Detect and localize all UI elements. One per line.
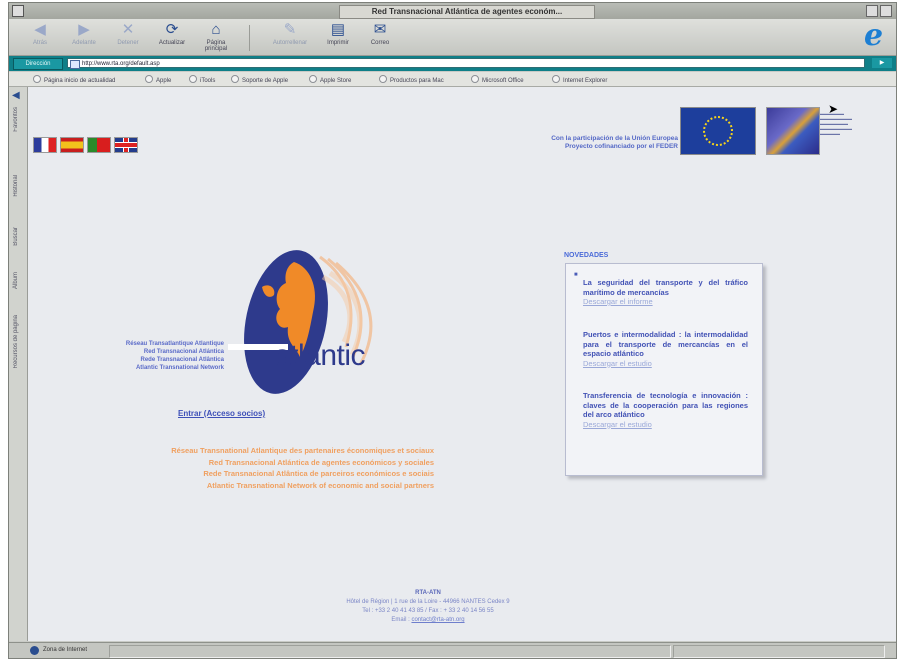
- title-bar: Red Transnacional Atlántica de agentes e…: [9, 3, 896, 19]
- link-item[interactable]: Página inicio de actualidad: [33, 75, 115, 84]
- link-item[interactable]: iTools: [189, 75, 215, 84]
- link-item[interactable]: Internet Explorer: [552, 75, 607, 84]
- address-bar: Dirección http://www.rta.org/default.asp…: [9, 56, 896, 71]
- status-bar: Zona de Internet: [9, 642, 896, 658]
- mouse-pointer-icon: ➤: [828, 102, 839, 116]
- status-text: Zona de Internet: [43, 647, 88, 653]
- internet-explorer-logo-icon: e: [864, 18, 884, 53]
- portuguese-flag-icon[interactable]: [87, 137, 111, 153]
- spanish-flag-icon[interactable]: [60, 137, 84, 153]
- toolbar-separator: [249, 25, 250, 51]
- browser-window: Red Transnacional Atlántica de agentes e…: [8, 2, 897, 659]
- page-footer: RTA-ATN Hôtel de Région | 1 rue de la Lo…: [346, 590, 510, 623]
- enter-members-link[interactable]: Entrar (Acceso socios): [178, 409, 265, 418]
- toolbar: ◀ Atrás ▶ Adelante ✕ Detener ⟳ Actualiza…: [9, 19, 896, 56]
- stop-icon: ✕: [121, 21, 135, 38]
- link-item[interactable]: Apple Store: [309, 75, 351, 84]
- tab-search[interactable]: Buscar: [13, 227, 19, 246]
- address-url: http://www.rta.org/default.asp: [82, 61, 160, 67]
- mail-button[interactable]: ✉ Correo: [359, 21, 401, 47]
- network-full-titles: Réseau Transnational Atlantique des part…: [171, 446, 434, 490]
- explorer-close-icon[interactable]: ◀: [12, 91, 22, 101]
- explorer-bar: ◀ Favoritos Historial Buscar Álbum Recur…: [9, 87, 28, 641]
- refresh-icon: ⟳: [165, 21, 179, 38]
- network-names: Réseau Transatlantique Atlantique Red Tr…: [125, 341, 224, 371]
- window-controls: [866, 5, 892, 17]
- french-flag-icon[interactable]: [33, 137, 57, 153]
- language-selector: [33, 137, 138, 153]
- eu-flag-icon: [680, 107, 756, 155]
- forward-button[interactable]: ▶ Adelante: [63, 21, 105, 47]
- back-arrow-icon: ◀: [34, 21, 46, 38]
- address-input[interactable]: http://www.rta.org/default.asp: [67, 58, 865, 69]
- feder-logo: [766, 107, 820, 155]
- tab-page-resources[interactable]: Recursos de página: [13, 315, 19, 368]
- back-button[interactable]: ◀ Atrás: [19, 21, 61, 47]
- link-item[interactable]: Microsoft Office: [471, 75, 524, 84]
- news-item: Transferencia de tecnología e innovación…: [583, 391, 748, 429]
- link-item[interactable]: Productos para Mac: [379, 75, 444, 84]
- link-item[interactable]: Soporte de Apple: [231, 75, 288, 84]
- eu-participation-text: Con la participación de la Unión Europea…: [551, 135, 678, 150]
- window-title: Red Transnacional Atlántica de agentes e…: [339, 5, 595, 19]
- tab-album[interactable]: Álbum: [13, 272, 19, 289]
- collapse-box-icon[interactable]: [880, 5, 892, 17]
- news-heading: NOVEDADES: [564, 252, 609, 259]
- status-zone-cell: [673, 645, 885, 658]
- atlantic-logo: [228, 250, 373, 394]
- download-link[interactable]: Descargar el estudio: [583, 420, 748, 430]
- uk-flag-icon[interactable]: [114, 137, 138, 153]
- bullet-icon: ■: [574, 272, 578, 278]
- printer-icon: ▤: [330, 21, 346, 38]
- atlantic-wordmark: atlantic: [274, 339, 366, 372]
- internet-zone-icon: [30, 646, 39, 655]
- close-box-icon[interactable]: [12, 5, 24, 17]
- download-link[interactable]: Descargar el informe: [583, 297, 748, 307]
- forward-arrow-icon: ▶: [78, 21, 90, 38]
- pencil-icon: ✎: [283, 21, 297, 38]
- print-button[interactable]: ▤ Imprimir: [317, 21, 359, 47]
- email-link[interactable]: contact@rta-atn.org: [411, 617, 464, 623]
- links-bar: Página inicio de actualidad Apple iTools…: [9, 72, 896, 87]
- tab-favorites[interactable]: Favoritos: [13, 107, 19, 132]
- home-button[interactable]: ⌂ Página principal: [195, 21, 237, 53]
- home-icon: ⌂: [211, 21, 221, 38]
- address-label: Dirección: [13, 58, 63, 70]
- status-progress-cell: [109, 645, 671, 658]
- zoom-box-icon[interactable]: [866, 5, 878, 17]
- web-page: Con la participación de la Unión Europea…: [28, 87, 896, 641]
- go-button[interactable]: ▶: [872, 58, 892, 68]
- download-link[interactable]: Descargar el estudio: [583, 359, 748, 369]
- mail-icon: ✉: [373, 21, 387, 38]
- refresh-button[interactable]: ⟳ Actualizar: [151, 21, 193, 47]
- autofill-button[interactable]: ✎ Autorrellenar: [269, 21, 311, 47]
- link-item[interactable]: Apple: [145, 75, 171, 84]
- stop-button[interactable]: ✕ Detener: [107, 21, 149, 47]
- news-item: Puertos e intermodalidad : la intermodal…: [583, 330, 748, 368]
- page-icon: [70, 60, 80, 69]
- news-item: La seguridad del transporte y del tráfic…: [583, 278, 748, 307]
- news-panel: ■ La seguridad del transporte y del tráf…: [565, 263, 763, 476]
- tab-history[interactable]: Historial: [13, 175, 19, 197]
